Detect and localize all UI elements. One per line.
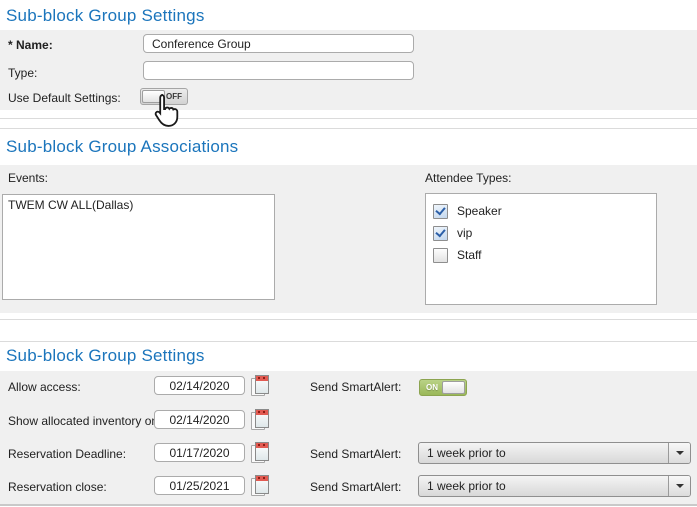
chevron-down-icon [675,451,684,455]
type-label: Type: [8,66,38,80]
chevron-down-icon [675,484,684,488]
show-allocated-inventory-label: Show allocated inventory on: [8,414,162,428]
separator-line [0,128,697,129]
calendar-front-page [255,409,269,428]
use-default-settings-label: Use Default Settings: [8,91,121,105]
calendar-icon[interactable] [251,375,269,396]
events-listbox[interactable]: TWEM CW ALL(Dallas) [2,194,275,300]
send-smartalert-label: Send SmartAlert: [310,480,402,494]
attendee-types-listbox[interactable]: Speaker vip Staff [425,193,657,305]
allow-access-label: Allow access: [8,380,81,394]
reservation-deadline-date-input[interactable] [154,443,245,462]
attendee-option-row: vip [426,222,656,244]
send-smartalert-label: Send SmartAlert: [310,447,402,461]
panel-settings-top: * Name: Type: Use Default Settings: OFF [0,30,697,127]
separator-line [0,118,697,119]
attendee-types-label: Attendee Types: [425,171,512,185]
attendee-option-row: Staff [426,244,656,266]
section-title-associations: Sub-block Group Associations [6,137,239,156]
section-title-settings-bottom: Sub-block Group Settings [6,346,205,365]
dropdown-open-button[interactable] [668,476,690,496]
events-label: Events: [8,171,49,185]
attendee-checkbox-speaker[interactable] [433,203,448,219]
send-smartalert-label: Send SmartAlert: [310,380,402,394]
calendar-icon[interactable] [251,475,269,496]
calendar-front-page [255,375,269,394]
attendee-option-label: vip [457,226,473,240]
events-list-item[interactable]: TWEM CW ALL(Dallas) [3,195,274,215]
show-allocated-inventory-date-input[interactable] [154,410,245,429]
reservation-close-label: Reservation close: [8,480,107,494]
reservation-deadline-label: Reservation Deadline: [8,447,127,461]
calendar-icon[interactable] [251,442,269,463]
attendee-option-label: Staff [457,248,482,262]
send-smartalert-toggle[interactable]: ON [419,379,467,396]
attendee-checkbox-vip[interactable] [433,225,448,241]
smartalert-timing-dropdown[interactable]: 1 week prior to [418,442,691,464]
dropdown-open-button[interactable] [668,443,690,463]
calendar-icon[interactable] [251,409,269,430]
section-title-settings-top: Sub-block Group Settings [6,6,205,25]
attendee-checkbox-staff[interactable] [433,247,448,263]
type-input[interactable] [143,61,414,80]
sub-block-group-form: Sub-block Group Settings * Name: Type: U… [0,0,697,507]
name-label: * Name: [8,38,53,52]
allow-access-date-input[interactable] [154,376,245,395]
dropdown-selected-value: 1 week prior to [427,446,506,460]
panel-settings-bottom: Allow access: Send SmartAlert: ON Show a… [0,371,697,504]
reservation-close-date-input[interactable] [154,476,245,495]
calendar-front-page [255,442,269,461]
separator-line [0,341,697,342]
separator-line [0,319,697,320]
hand-pointer-cursor-icon [154,94,179,127]
attendee-option-label: Speaker [457,204,502,218]
panel-associations: Events: TWEM CW ALL(Dallas) Attendee Typ… [0,165,697,313]
smartalert-timing-dropdown[interactable]: 1 week prior to [418,475,691,497]
attendee-option-row: Speaker [426,200,656,222]
name-input[interactable] [143,34,414,53]
dropdown-selected-value: 1 week prior to [427,479,506,493]
toggle-state-label: ON [426,383,438,392]
toggle-knob [442,381,465,394]
bottom-separator-line [0,504,697,506]
calendar-front-page [255,475,269,494]
